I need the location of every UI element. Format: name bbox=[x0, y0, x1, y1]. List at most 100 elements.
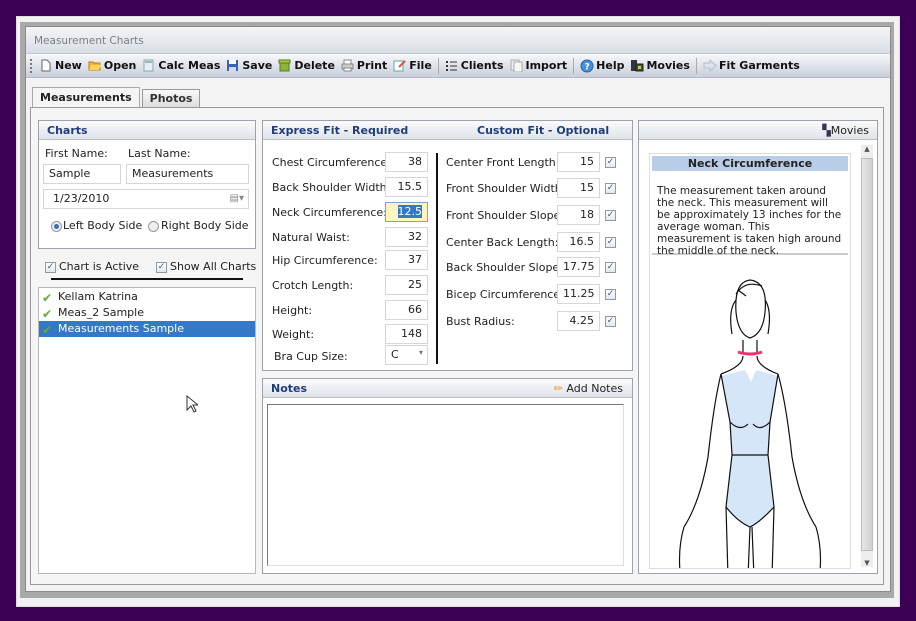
list-item[interactable]: ✔ Meas_2 Sample bbox=[39, 305, 255, 321]
express-field-value: 148 bbox=[401, 327, 422, 340]
fit-panel-header: Express Fit - Required Custom Fit - Opti… bbox=[263, 121, 632, 140]
last-name-field[interactable]: Measurements bbox=[126, 164, 249, 184]
express-field-value: 25 bbox=[408, 278, 422, 291]
notes-panel: Notes ✏ Add Notes bbox=[262, 378, 633, 574]
file-button[interactable]: File bbox=[393, 59, 432, 72]
pencil-icon: ✏ bbox=[553, 382, 563, 395]
express-field-input[interactable]: 37 bbox=[385, 250, 428, 270]
list-item[interactable]: ✔ Kellam Katrina bbox=[39, 289, 255, 305]
toolbar-separator bbox=[695, 57, 697, 74]
express-field-input[interactable]: 25 bbox=[385, 275, 428, 295]
left-body-side-radio[interactable] bbox=[51, 221, 62, 232]
express-field-label: Natural Waist: bbox=[272, 231, 350, 244]
express-field-input[interactable]: 38 bbox=[385, 152, 428, 172]
toolbar-grip[interactable] bbox=[30, 58, 33, 73]
chart-is-active-checkbox[interactable]: ✓ bbox=[45, 262, 56, 273]
custom-field-label: Center Back Length: bbox=[446, 236, 559, 249]
custom-field-label: Bicep Circumference: bbox=[446, 288, 564, 301]
express-field-input[interactable]: 148 bbox=[385, 324, 428, 344]
custom-field-checkbox[interactable]: ✓ bbox=[605, 262, 616, 273]
list-item[interactable]: ✔ Measurements Sample bbox=[39, 321, 255, 337]
tab-photos[interactable]: Photos bbox=[141, 89, 201, 107]
custom-field-label: Back Shoulder Slope: bbox=[446, 261, 563, 274]
check-icon: ✔ bbox=[42, 291, 53, 305]
custom-field-input[interactable]: 18 bbox=[557, 205, 600, 225]
express-field-input[interactable]: 12.5 bbox=[385, 202, 428, 222]
toolbar-separator bbox=[437, 57, 439, 74]
import-button[interactable]: Import bbox=[510, 59, 567, 73]
file-edit-icon bbox=[393, 59, 406, 72]
open-button[interactable]: Open bbox=[88, 59, 136, 72]
fit-garments-button[interactable]: Fit Garments bbox=[703, 58, 800, 73]
scroll-down-icon[interactable]: ▼ bbox=[861, 559, 873, 567]
calendar-dropdown-icon[interactable]: ▤▾ bbox=[230, 193, 244, 204]
custom-field-label: Front Shoulder Width: bbox=[446, 182, 566, 195]
scrollbar-thumb[interactable] bbox=[861, 158, 873, 551]
clients-button[interactable]: Clients bbox=[445, 59, 504, 72]
calc-meas-button[interactable]: Calc Meas bbox=[142, 59, 220, 72]
express-field-input[interactable]: 66 bbox=[385, 300, 428, 320]
chart-is-active-label[interactable]: Chart is Active bbox=[59, 260, 139, 273]
window-title: Measurement Charts bbox=[34, 35, 144, 47]
help-button[interactable]: ? Help bbox=[580, 59, 624, 73]
express-field-label: Weight: bbox=[272, 328, 315, 341]
show-all-charts-checkbox[interactable]: ✓ bbox=[156, 262, 167, 273]
custom-field-input[interactable]: 11.25 bbox=[557, 284, 600, 304]
app-window: Measurement Charts New Open Calc Meas Sa… bbox=[25, 26, 891, 592]
notes-panel-header: Notes ✏ Add Notes bbox=[263, 379, 632, 398]
date-value: 1/23/2010 bbox=[53, 192, 110, 205]
custom-field-checkbox[interactable]: ✓ bbox=[605, 237, 616, 248]
custom-field-checkbox[interactable]: ✓ bbox=[605, 289, 616, 300]
right-body-side-label[interactable]: Right Body Side bbox=[161, 219, 249, 232]
custom-field-checkbox[interactable]: ✓ bbox=[605, 316, 616, 327]
movies-link[interactable]: ▚Movies bbox=[822, 124, 869, 137]
add-notes-button[interactable]: ✏ Add Notes bbox=[554, 382, 623, 395]
info-scrollbar[interactable]: ▲ ▼ bbox=[861, 145, 873, 567]
check-icon: ✔ bbox=[42, 307, 53, 321]
custom-field-label: Bust Radius: bbox=[446, 315, 515, 328]
charts-panel-title: Charts bbox=[39, 121, 255, 140]
title-bar: Measurement Charts bbox=[26, 27, 890, 54]
import-icon bbox=[510, 59, 523, 73]
custom-field-checkbox[interactable]: ✓ bbox=[605, 157, 616, 168]
notes-textarea[interactable] bbox=[267, 404, 624, 566]
custom-field-label: Center Front Length: bbox=[446, 156, 560, 169]
movies-button[interactable]: Movies bbox=[630, 59, 690, 72]
save-disk-icon bbox=[226, 59, 239, 72]
left-body-side-label[interactable]: Left Body Side bbox=[63, 219, 142, 232]
info-panel: ▚Movies Neck Circumference The measureme… bbox=[638, 120, 878, 574]
right-body-side-radio[interactable] bbox=[148, 221, 159, 232]
delete-bin-icon bbox=[278, 59, 291, 72]
scroll-up-icon[interactable]: ▲ bbox=[861, 145, 873, 153]
custom-field-input[interactable]: 15 bbox=[557, 152, 600, 172]
date-picker[interactable]: 1/23/2010 ▤▾ bbox=[43, 189, 249, 209]
express-field-value: 37 bbox=[408, 253, 422, 266]
check-icon: ✔ bbox=[42, 323, 53, 337]
custom-field-checkbox[interactable]: ✓ bbox=[605, 210, 616, 221]
express-field-value: 15.5 bbox=[397, 180, 423, 193]
express-field-value: 66 bbox=[408, 303, 422, 316]
custom-field-input[interactable]: 17.75 bbox=[557, 257, 600, 277]
show-all-charts-label[interactable]: Show All Charts bbox=[170, 260, 256, 273]
express-field-label: Hip Circumference: bbox=[272, 254, 378, 267]
custom-field-input[interactable]: 15 bbox=[557, 178, 600, 198]
custom-field-input[interactable]: 16.5 bbox=[557, 232, 600, 252]
custom-field-input[interactable]: 4.25 bbox=[557, 311, 600, 331]
express-field-input[interactable]: 15.5 bbox=[385, 177, 428, 197]
custom-field-label: Front Shoulder Slope: bbox=[446, 209, 565, 222]
express-fit-title: Express Fit - Required bbox=[271, 124, 409, 137]
bra-cup-size-label: Bra Cup Size: bbox=[274, 350, 348, 363]
bra-cup-size-select[interactable]: C ▾ bbox=[385, 345, 428, 365]
save-button[interactable]: Save bbox=[226, 59, 272, 72]
express-field-label: Height: bbox=[272, 304, 313, 317]
custom-field-checkbox[interactable]: ✓ bbox=[605, 183, 616, 194]
svg-text:?: ? bbox=[585, 63, 590, 73]
new-button[interactable]: New bbox=[39, 59, 82, 72]
tab-measurements[interactable]: Measurements bbox=[32, 87, 140, 108]
delete-button[interactable]: Delete bbox=[278, 59, 335, 72]
print-button[interactable]: Print bbox=[341, 59, 387, 72]
express-field-input[interactable]: 32 bbox=[385, 227, 428, 247]
express-field-value: 12.5 bbox=[397, 205, 422, 218]
first-name-field[interactable]: Sample bbox=[43, 164, 121, 184]
express-field-label: Chest Circumference: bbox=[272, 156, 391, 169]
